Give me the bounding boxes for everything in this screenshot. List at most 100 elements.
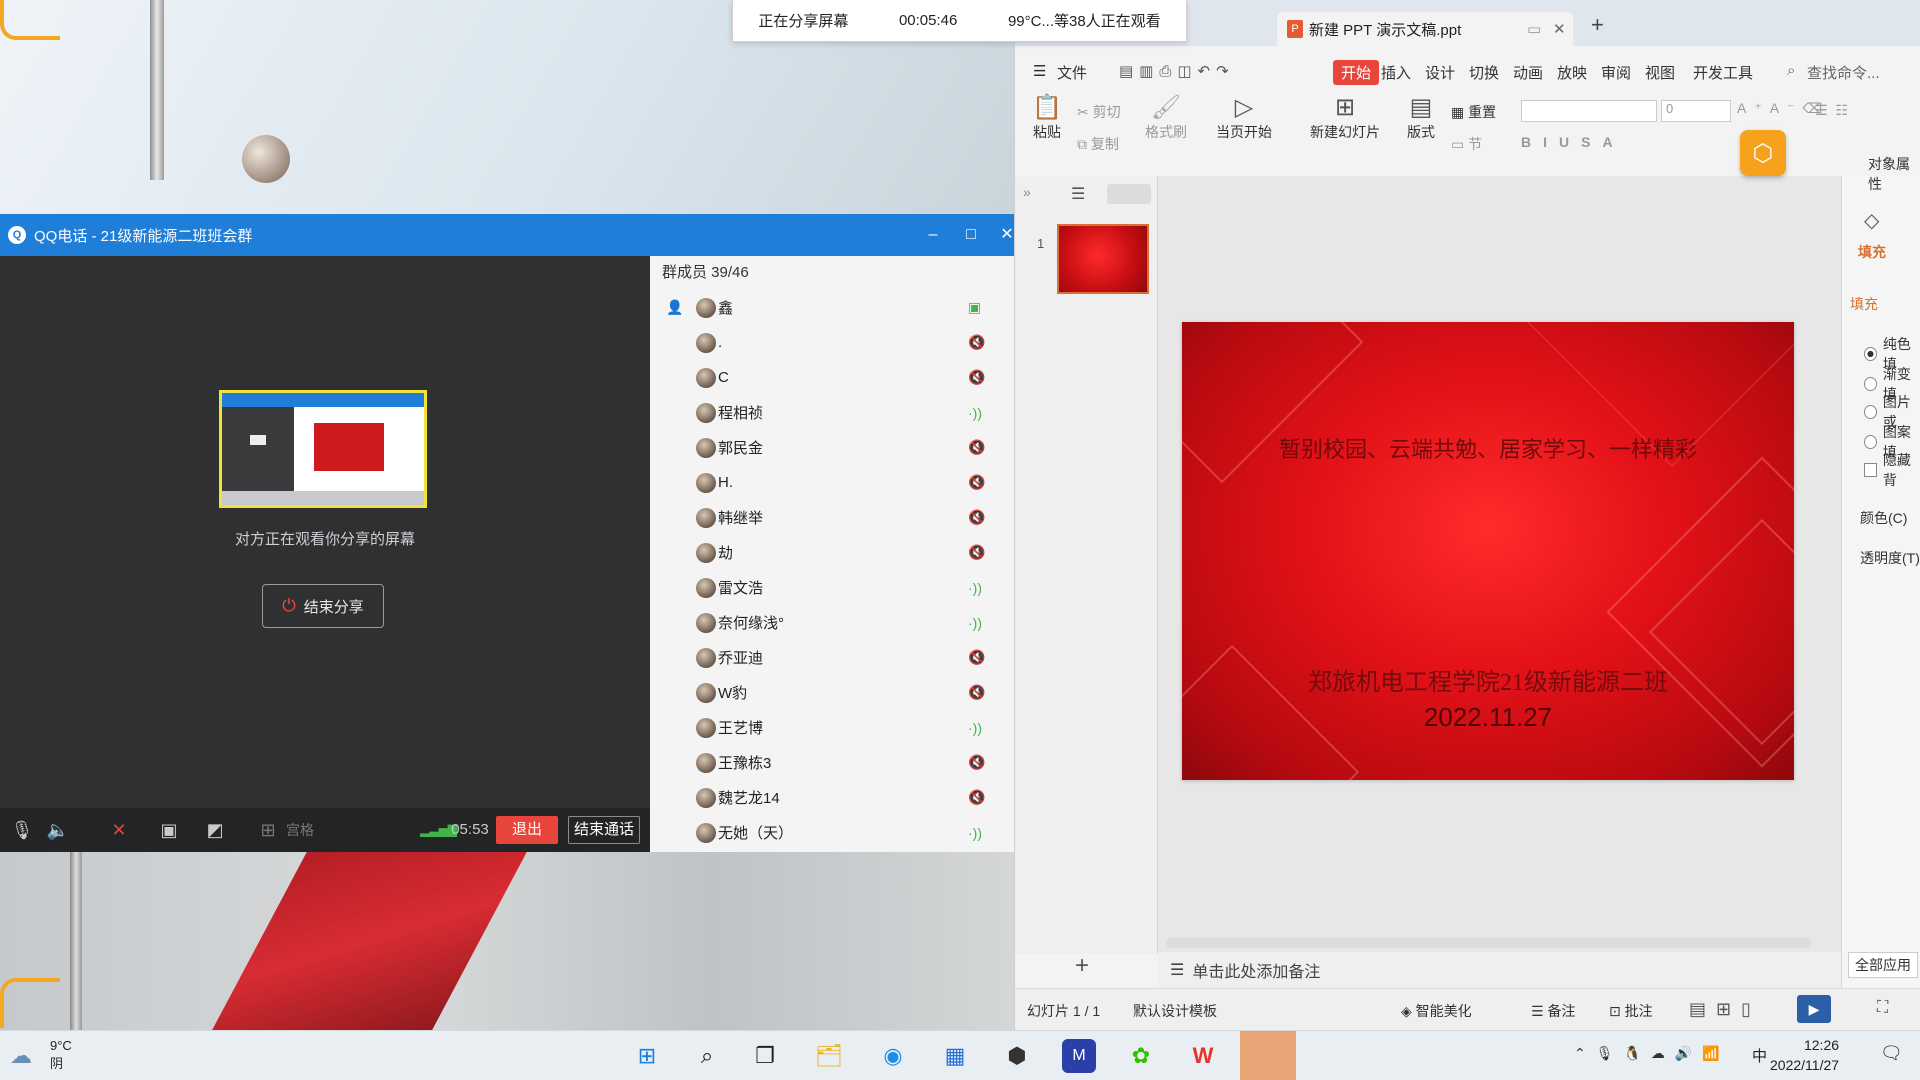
menu-transition[interactable]: 切换: [1469, 62, 1499, 83]
member-row[interactable]: C 🔇: [650, 360, 1014, 395]
color-label[interactable]: 颜色(C): [1860, 508, 1907, 528]
float-window-icon[interactable]: ▭: [1527, 20, 1541, 38]
cut-button[interactable]: ✂ 剪切: [1077, 102, 1121, 122]
fill-tab[interactable]: 填充: [1858, 242, 1886, 262]
avatar[interactable]: [696, 437, 716, 458]
microphone-icon[interactable]: 🎙: [10, 808, 34, 852]
menu-design[interactable]: 设计: [1425, 62, 1455, 83]
menu-file[interactable]: 文件: [1057, 62, 1087, 83]
menu-insert[interactable]: 插入: [1381, 62, 1411, 83]
text-style-icons[interactable]: BIUSA: [1521, 134, 1625, 150]
speaker-icon[interactable]: 🔈: [46, 808, 70, 852]
horizontal-scrollbar[interactable]: [1166, 938, 1812, 948]
member-row[interactable]: 雷文浩 ·)): [650, 570, 1014, 605]
slide-canvas[interactable]: 暂别校园、云端共勉、居家学习、一样精彩 郑旅机电工程学院21级新能源二班 202…: [1182, 322, 1794, 780]
member-row[interactable]: 韩继举 🔇: [650, 500, 1014, 535]
add-slide-icon[interactable]: +: [1075, 952, 1089, 980]
play-from-current-button[interactable]: ▷ 当页开始: [1207, 94, 1281, 142]
member-row[interactable]: 奈何缘浅° ·)): [650, 605, 1014, 640]
font-family-select[interactable]: [1521, 100, 1657, 122]
wps-assistant-icon[interactable]: ⬡: [1740, 130, 1786, 176]
menu-developer[interactable]: 开发工具: [1693, 62, 1753, 83]
view-mode-icons[interactable]: ▤⊞▯: [1689, 999, 1761, 1020]
store-icon[interactable]: ▦: [938, 1039, 972, 1073]
wps-taskbar-icon[interactable]: W: [1186, 1039, 1220, 1073]
qq-title-bar[interactable]: Q QQ电话 - 21级新能源二班班会群 – □ ✕: [0, 214, 1014, 256]
member-row[interactable]: 无她（天） ·)): [650, 815, 1014, 850]
notification-icon[interactable]: 🗨: [1880, 1043, 1903, 1064]
slide-thumbnail[interactable]: [1057, 224, 1149, 294]
ime-indicator[interactable]: 中: [1752, 1045, 1767, 1066]
hide-background-checkbox[interactable]: 隐藏背: [1864, 450, 1920, 490]
member-row[interactable]: H. 🔇: [650, 465, 1014, 500]
close-tab-icon[interactable]: ✕: [1553, 20, 1566, 38]
comment-button[interactable]: ⊡ 批注: [1609, 1001, 1653, 1021]
weather-widget[interactable]: 9°C 阴: [50, 1037, 72, 1073]
avatar[interactable]: [696, 752, 716, 773]
avatar[interactable]: [696, 717, 716, 738]
member-row[interactable]: 👤 鑫 ▣: [650, 290, 1014, 325]
thumbnail-view-icon[interactable]: [1107, 184, 1151, 204]
menu-view[interactable]: 视图: [1645, 62, 1675, 83]
document-tab[interactable]: P 新建 PPT 演示文稿.ppt ▭ ✕: [1277, 12, 1573, 46]
layout-button[interactable]: ▤ 版式: [1399, 94, 1443, 142]
avatar[interactable]: [696, 332, 716, 353]
avatar[interactable]: [696, 822, 716, 843]
avatar[interactable]: [696, 787, 716, 808]
new-tab-icon[interactable]: +: [1591, 12, 1604, 38]
new-slide-button[interactable]: ⊞ 新建幻灯片: [1299, 94, 1391, 142]
list-icons[interactable]: ☰☷: [1815, 102, 1856, 119]
reset-button[interactable]: ▦ 重置: [1451, 102, 1496, 122]
task-view-icon[interactable]: ❐: [748, 1039, 782, 1073]
member-row[interactable]: 劫 🔇: [650, 535, 1014, 570]
avatar[interactable]: [696, 472, 716, 493]
member-row[interactable]: 王艺博 ·)): [650, 710, 1014, 745]
avatar[interactable]: [696, 577, 716, 598]
member-row[interactable]: W豹 🔇: [650, 675, 1014, 710]
transparency-label[interactable]: 透明度(T): [1860, 548, 1920, 568]
slide-date[interactable]: 2022.11.27: [1182, 702, 1794, 733]
avatar[interactable]: [696, 542, 716, 563]
edge-browser-icon[interactable]: ◉: [876, 1039, 910, 1073]
format-painter-button[interactable]: 🖌 格式刷: [1141, 94, 1191, 142]
copy-button[interactable]: ⧉ 复制: [1077, 134, 1119, 154]
maximize-icon[interactable]: □: [958, 222, 984, 248]
section-button[interactable]: ▭ 节: [1451, 134, 1482, 154]
member-row[interactable]: 魏艺龙14 🔇: [650, 780, 1014, 815]
share-viewers[interactable]: 99°C...等38人正在观看: [1008, 10, 1161, 31]
quick-access-icons[interactable]: ▤▥⎙◫↶↷: [1119, 62, 1235, 80]
fill-bucket-icon[interactable]: ◇: [1864, 208, 1879, 233]
wechat-icon[interactable]: ✿: [1124, 1039, 1158, 1073]
avatar[interactable]: [696, 297, 716, 318]
menu-review[interactable]: 审阅: [1601, 62, 1631, 83]
avatar[interactable]: [696, 367, 716, 388]
outline-view-icon[interactable]: ☰: [1071, 184, 1085, 204]
avatar[interactable]: [696, 402, 716, 423]
system-tray-icons[interactable]: ⌃🎙🐧☁🔊📶: [1574, 1045, 1730, 1062]
search-taskbar-icon[interactable]: ⌕: [690, 1039, 724, 1073]
menu-slideshow[interactable]: 放映: [1557, 62, 1587, 83]
start-icon[interactable]: ⊞: [630, 1039, 664, 1073]
notes-area[interactable]: ☰ 单击此处添加备注: [1158, 952, 1864, 988]
search-icon[interactable]: ⌕: [1787, 62, 1795, 79]
paste-button[interactable]: 📋 粘贴: [1025, 94, 1069, 142]
camera-off-icon[interactable]: ✕: [106, 808, 132, 852]
notes-button[interactable]: ☰ 备注: [1531, 1001, 1575, 1021]
weather-icon[interactable]: ☁: [10, 1043, 32, 1069]
hamburger-icon[interactable]: ☰: [1033, 62, 1046, 80]
expand-pane-icon[interactable]: »: [1023, 184, 1031, 200]
menu-animation[interactable]: 动画: [1513, 62, 1543, 83]
play-slideshow-icon[interactable]: ▶: [1797, 995, 1831, 1023]
member-row[interactable]: 王豫栋3 🔇: [650, 745, 1014, 780]
exit-call-button[interactable]: 退出: [496, 816, 558, 844]
search-command[interactable]: 查找命令...: [1807, 62, 1880, 83]
avatar[interactable]: [696, 682, 716, 703]
template-name[interactable]: 默认设计模板: [1133, 1001, 1217, 1021]
end-call-button[interactable]: 结束通话: [568, 816, 640, 844]
slide-subtitle[interactable]: 郑旅机电工程学院21级新能源二班: [1182, 662, 1794, 697]
fit-window-icon[interactable]: ⛶: [1877, 999, 1888, 1017]
avatar[interactable]: [696, 507, 716, 528]
slide-title[interactable]: 暂别校园、云端共勉、居家学习、一样精彩: [1182, 432, 1794, 464]
minimize-icon[interactable]: –: [920, 222, 946, 248]
clock[interactable]: 12:26 2022/11/27: [1770, 1035, 1839, 1075]
